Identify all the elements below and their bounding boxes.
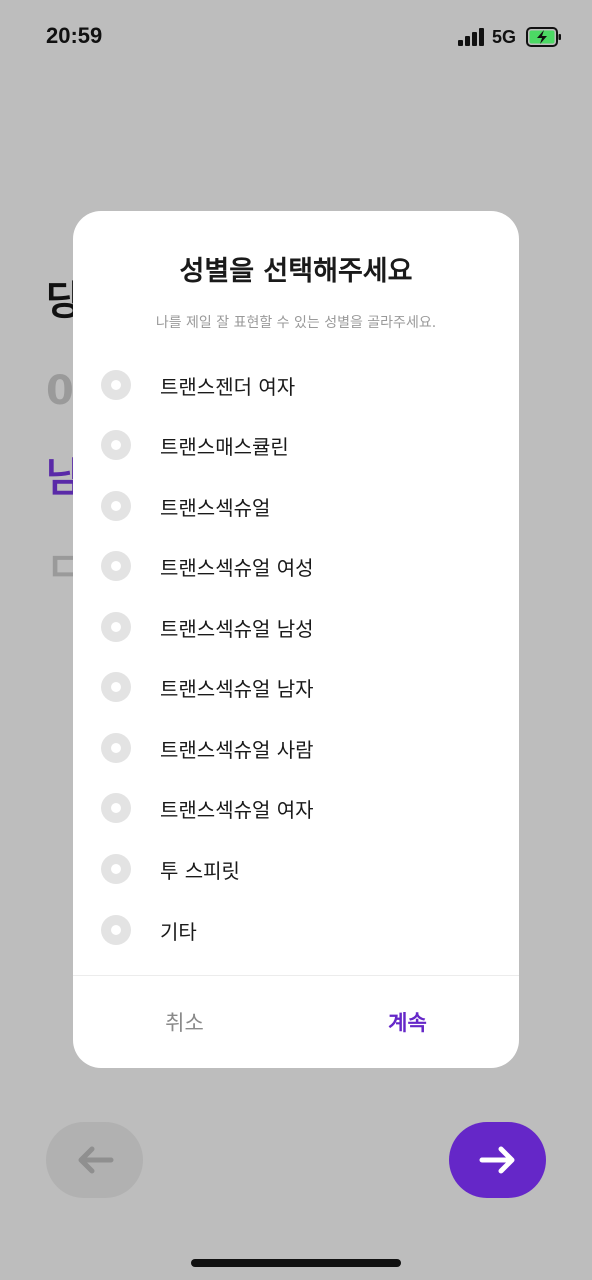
gender-option[interactable]: 트랜스섹슈얼 여자 [101, 788, 491, 828]
gender-option-label: 트랜스섹슈얼 남자 [160, 676, 314, 701]
radio-button[interactable] [101, 612, 131, 642]
back-button[interactable] [46, 1122, 143, 1198]
continue-button[interactable]: 계속 [296, 976, 519, 1068]
status-bar: 20:59 5G [0, 0, 592, 80]
gender-option[interactable]: 트랜스섹슈얼 [101, 486, 491, 526]
gender-option[interactable]: 트랜스섹슈얼 여성 [101, 546, 491, 586]
gender-option-label: 트랜스섹슈얼 [160, 495, 271, 520]
gender-option-label: 트랜스섹슈얼 사람 [160, 737, 314, 762]
radio-button[interactable] [101, 854, 131, 884]
signal-icon [458, 28, 486, 46]
next-button[interactable] [449, 1122, 546, 1198]
status-time: 20:59 [46, 23, 103, 48]
gender-option[interactable]: 투 스피릿 [101, 849, 491, 889]
radio-button[interactable] [101, 733, 131, 763]
radio-button[interactable] [101, 491, 131, 521]
battery-charging-icon [526, 27, 561, 47]
radio-button[interactable] [101, 915, 131, 945]
cancel-button[interactable]: 취소 [73, 976, 296, 1068]
radio-button[interactable] [101, 430, 131, 460]
gender-option[interactable]: 트랜스젠더 여자 [101, 365, 491, 405]
gender-option[interactable]: 트랜스섹슈얼 남자 [101, 667, 491, 707]
gender-option-label: 트랜스섹슈얼 남성 [160, 616, 314, 641]
background-field-value: 0 [46, 368, 74, 414]
gender-option[interactable]: 트랜스섹슈얼 남성 [101, 607, 491, 647]
network-type-label: 5G [492, 27, 517, 47]
gender-option-label: 트랜스젠더 여자 [160, 374, 296, 399]
dialog-subtitle: 나를 제일 잘 표현할 수 있는 성별을 골라주세요. [155, 315, 437, 331]
gender-option-label: 트랜스섹슈얼 여성 [160, 555, 314, 580]
gender-option[interactable]: 기타 [101, 910, 491, 950]
radio-button[interactable] [101, 551, 131, 581]
radio-button[interactable] [101, 370, 131, 400]
gender-option[interactable]: 트랜스섹슈얼 사람 [101, 728, 491, 768]
gender-option-label: 트랜스섹슈얼 여자 [160, 797, 314, 822]
home-indicator [191, 1259, 401, 1267]
arrow-left-icon [78, 1146, 113, 1174]
gender-option-label: 트랜스매스큘린 [160, 434, 289, 459]
gender-option[interactable]: 트랜스매스큘린 [101, 425, 491, 465]
radio-button[interactable] [101, 793, 131, 823]
gender-option-label: 기타 [160, 919, 197, 944]
gender-select-dialog: 성별을 선택해주세요 나를 제일 잘 표현할 수 있는 성별을 골라주세요. 트… [73, 211, 519, 1068]
radio-button[interactable] [101, 672, 131, 702]
gender-option-label: 투 스피릿 [160, 858, 240, 883]
dialog-title: 성별을 선택해주세요 [179, 256, 413, 287]
arrow-right-icon [479, 1146, 514, 1174]
